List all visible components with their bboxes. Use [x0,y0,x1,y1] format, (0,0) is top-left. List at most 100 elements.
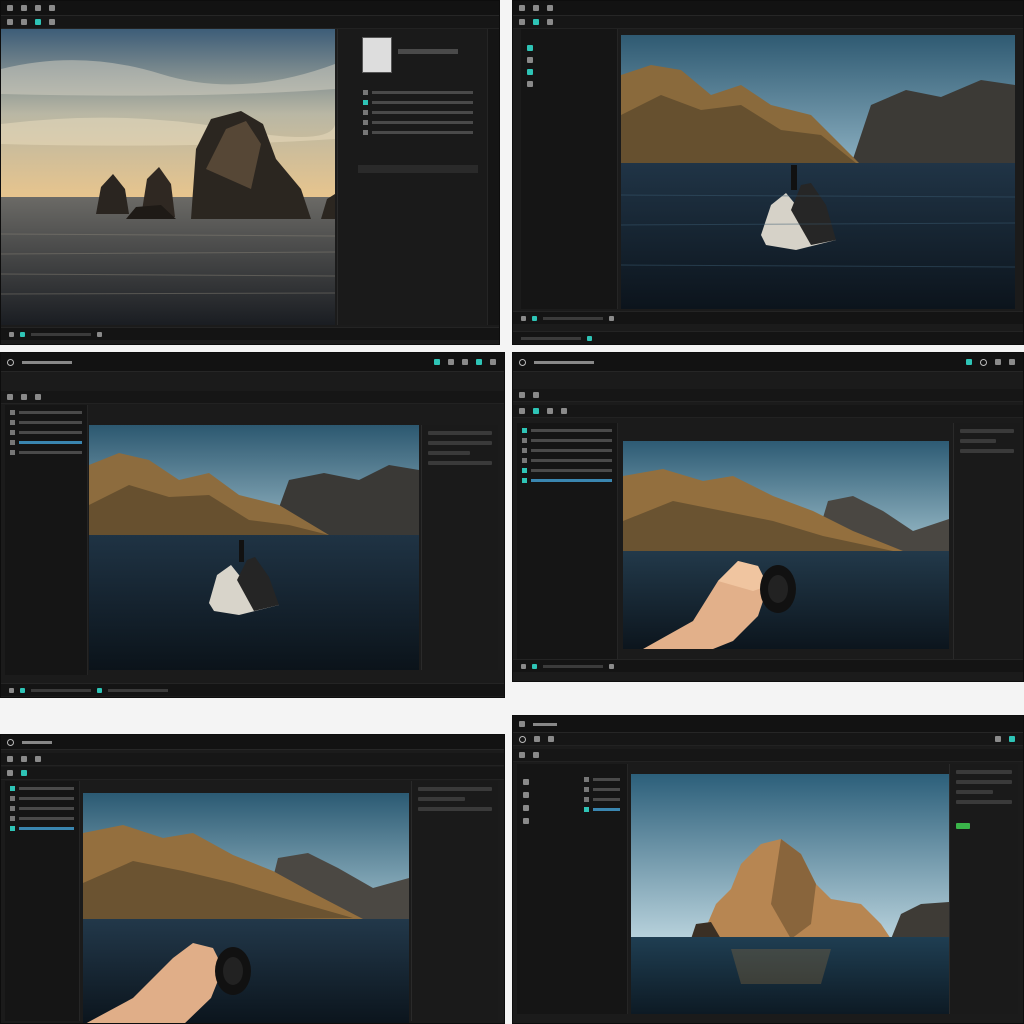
image-canvas[interactable] [631,774,949,1014]
layer-row[interactable] [10,796,74,801]
active-tool-icon[interactable] [97,687,102,693]
tool-icon[interactable] [519,392,525,398]
tool-icon[interactable] [519,408,525,414]
layer-row[interactable] [10,410,82,415]
tool-icon[interactable] [534,736,540,742]
brush-icon[interactable] [995,736,1001,742]
property-row[interactable] [428,441,492,445]
tool-icon[interactable] [523,818,529,824]
tool-icon[interactable] [521,663,526,669]
gear-icon[interactable] [519,735,526,743]
tool-icon[interactable] [7,19,13,25]
timeline-scrubber[interactable] [543,664,603,668]
layer-row[interactable] [10,420,82,425]
tool-icon[interactable] [7,756,13,762]
tool-icon[interactable] [527,69,533,75]
tool-icon[interactable] [7,770,13,776]
active-tool-icon[interactable] [587,335,592,341]
layers-icon[interactable] [1009,359,1015,365]
image-canvas[interactable] [621,35,1015,309]
tool-icon[interactable] [523,779,529,785]
layer-row[interactable] [10,786,74,791]
tool-icon[interactable] [523,792,529,798]
active-tool-icon[interactable] [21,770,27,776]
timeline-scrubber[interactable] [31,688,91,692]
app-menu-icon[interactable] [7,5,13,11]
tool-icon[interactable] [9,331,14,337]
property-row[interactable] [956,770,1012,774]
tool-icon[interactable] [527,45,533,51]
image-canvas[interactable] [623,441,949,649]
eye-icon[interactable] [1009,736,1015,742]
tool-icon[interactable] [609,663,614,669]
brush-icon[interactable] [995,359,1001,365]
image-canvas[interactable] [89,425,419,670]
layer-row[interactable] [522,478,612,483]
tool-icon[interactable] [523,805,529,811]
layer-row[interactable] [522,468,612,473]
tool-icon[interactable] [21,394,27,400]
app-menu-icon[interactable] [519,721,525,727]
property-row[interactable] [428,431,492,435]
tool-icon[interactable] [35,394,41,400]
property-row[interactable] [418,797,466,801]
tool-icon[interactable] [49,19,55,25]
tool-icon[interactable] [519,19,525,25]
properties-slider[interactable] [358,165,478,173]
image-canvas[interactable] [83,793,409,1023]
timeline-scrubber[interactable] [521,336,581,340]
tool-icon[interactable] [533,752,539,758]
gear-icon[interactable] [7,358,14,366]
layer-row[interactable] [522,448,612,453]
tool-icon[interactable] [35,756,41,762]
layer-row[interactable] [363,130,473,135]
property-row[interactable] [960,449,1014,453]
tool-icon[interactable] [533,392,539,398]
timeline-scrubber[interactable] [543,316,603,320]
layer-row[interactable] [10,450,82,455]
layer-row[interactable] [363,100,473,105]
layer-row[interactable] [584,807,620,812]
layer-thumbnail[interactable] [362,37,392,73]
tool-icon[interactable] [547,19,553,25]
active-tool-icon[interactable] [20,331,25,337]
active-tool-icon[interactable] [35,19,41,25]
timeline-scrubber[interactable] [31,332,91,336]
active-tool-icon[interactable] [533,408,539,414]
brush-icon[interactable] [448,359,454,365]
layer-name-field[interactable] [398,49,458,54]
active-tool-icon[interactable] [532,663,537,669]
layer-row[interactable] [10,430,82,435]
property-row[interactable] [428,461,492,465]
tool-icon[interactable] [521,315,526,321]
property-row[interactable] [960,439,997,443]
layer-row[interactable] [522,458,612,463]
menu-icon[interactable] [547,5,553,11]
active-tool-icon[interactable] [532,315,537,321]
tool-icon[interactable] [7,394,13,400]
tool-icon[interactable] [519,752,525,758]
layer-row[interactable] [522,428,612,433]
tool-icon[interactable] [21,19,27,25]
layer-row[interactable] [10,826,74,831]
tool-icon[interactable] [527,81,533,87]
layer-row[interactable] [10,440,82,445]
move-tool-icon[interactable] [490,359,496,365]
property-row[interactable] [960,429,1014,433]
property-row[interactable] [956,780,1012,784]
apply-button[interactable] [956,823,970,829]
menu-icon[interactable] [35,5,41,11]
tool-icon[interactable] [527,57,533,63]
property-row[interactable] [418,807,492,811]
active-tool-icon[interactable] [434,359,440,365]
layer-row[interactable] [10,806,74,811]
active-tool-icon[interactable] [533,19,539,25]
menu-icon[interactable] [533,5,539,11]
layer-row[interactable] [363,110,473,115]
tool-icon[interactable] [561,408,567,414]
active-tool-icon[interactable] [20,687,25,693]
gear-icon[interactable] [7,738,14,746]
timeline-scrubber[interactable] [108,688,168,692]
gear-icon[interactable] [519,358,526,366]
property-row[interactable] [956,800,1012,804]
